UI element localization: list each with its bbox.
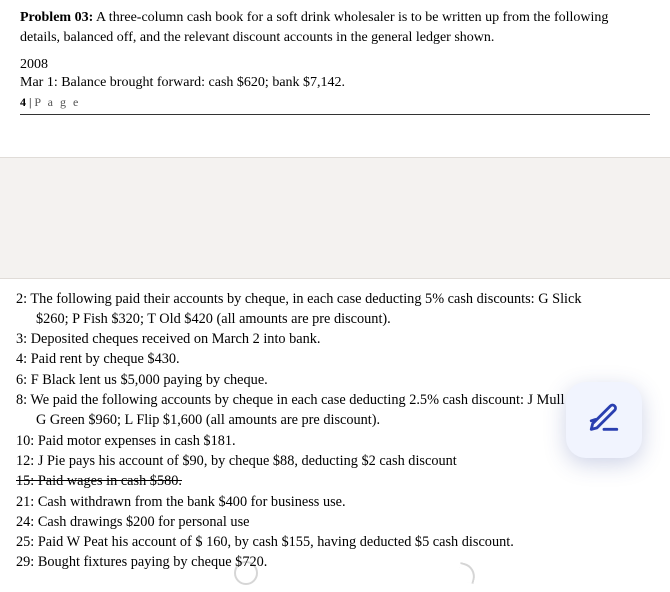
page-footer: 4 | P a g e [20, 95, 650, 115]
entry-3: 3: Deposited cheques received on March 2… [16, 329, 654, 349]
problem-label: Problem 03: [20, 10, 93, 25]
entry-10: 10: Paid motor expenses in cash $181. [16, 431, 654, 451]
edit-fab-button[interactable] [566, 382, 642, 458]
entry-24: 24: Cash drawings $200 for personal use [16, 512, 654, 532]
entry-29: 29: Bought fixtures paying by cheque $72… [16, 552, 654, 572]
year: 2008 [20, 57, 650, 73]
entry-25: 25: Paid W Peat his account of $ 160, by… [16, 532, 654, 552]
entry-2-line2: $260; P Fish $320; T Old $420 (all amoun… [16, 309, 654, 329]
problem-text: A three-column cash book for a soft drin… [20, 10, 608, 45]
entry-15: 15: Paid wages in cash $580. [16, 471, 654, 491]
entry-4: 4: Paid rent by cheque $430. [16, 349, 654, 369]
entry-21: 21: Cash withdrawn from the bank $400 fo… [16, 492, 654, 512]
entry-8-line1: 8: We paid the following accounts by che… [16, 390, 654, 410]
page-break-gap [0, 157, 670, 279]
entry-2-line1: 2: The following paid their accounts by … [16, 289, 654, 309]
pencil-icon [587, 401, 621, 440]
entry-8-line2: G Green $960; L Flip $1,600 (all amounts… [16, 410, 654, 430]
entry-mar1: Mar 1: Balance brought forward: cash $62… [20, 75, 650, 91]
entry-12: 12: J Pie pays his account of $90, by ch… [16, 451, 654, 471]
problem-heading: Problem 03: A three-column cash book for… [20, 8, 650, 49]
page-word: P a g e [34, 95, 80, 109]
page-top-section: Problem 03: A three-column cash book for… [0, 0, 670, 121]
entry-6: 6: F Black lent us $5,000 paying by cheq… [16, 370, 654, 390]
